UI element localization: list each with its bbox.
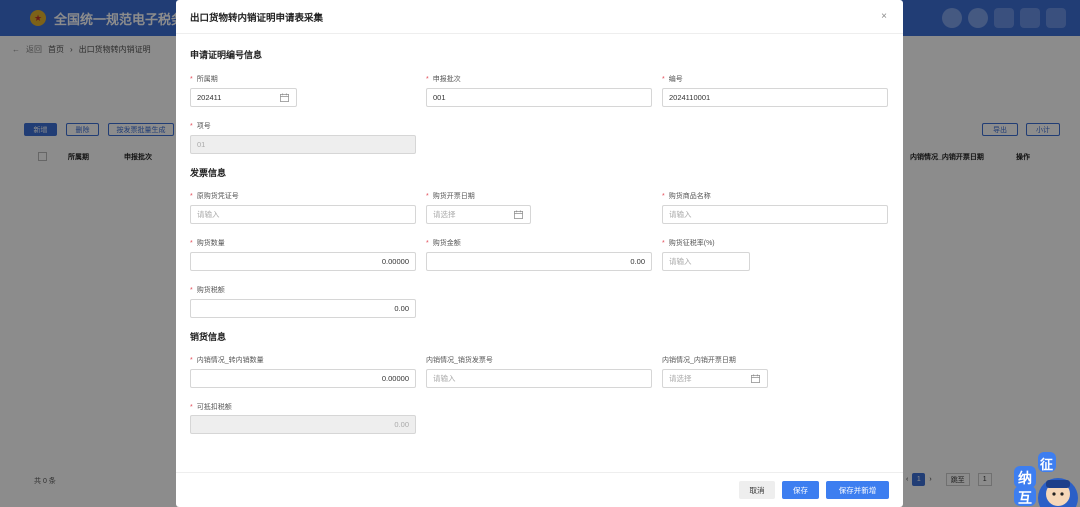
domestic-invoice-no-input[interactable]: 请输入 xyxy=(426,369,652,388)
apply-form-modal: 出口货物转内销证明申请表采集 × 申请证明编号信息 * 所属期 202411 * 申… xyxy=(176,0,903,507)
purchase-qty-label: * 购货数量 xyxy=(190,240,225,247)
mascot-char: 互 xyxy=(1018,490,1032,506)
domestic-qty-input[interactable]: 0.00000 xyxy=(190,369,416,388)
batch-label: * 申报批次 xyxy=(426,76,461,83)
purchase-invoice-date-picker[interactable]: 请选择 xyxy=(426,205,531,224)
purchase-amount-input[interactable]: 0.00 xyxy=(426,252,652,271)
item-no-label: * 项号 xyxy=(190,123,211,130)
domestic-invoice-date-picker[interactable]: 请选择 xyxy=(662,369,768,388)
domestic-invoice-no-label: 内销情况_销货发票号 xyxy=(426,357,493,364)
purchase-amount-label: * 购货金额 xyxy=(426,240,461,247)
close-icon[interactable]: × xyxy=(881,11,887,22)
number-label: * 编号 xyxy=(662,76,683,83)
calendar-icon xyxy=(280,93,289,102)
section-title-cert: 申请证明编号信息 xyxy=(190,50,263,60)
calendar-icon xyxy=(514,210,523,219)
purchase-invoice-date-label: * 购货开票日期 xyxy=(426,193,475,200)
modal-title: 出口货物转内销证明申请表采集 xyxy=(190,12,324,24)
number-field[interactable]: 2024110001 xyxy=(662,88,888,107)
batch-field[interactable]: 001 xyxy=(426,88,652,107)
purchase-goods-name-input[interactable]: 请输入 xyxy=(662,205,888,224)
purchase-tax-rate-input[interactable]: 请输入 xyxy=(662,252,750,271)
orig-voucher-label: * 原购货凭证号 xyxy=(190,193,239,200)
mascot-char: 征 xyxy=(1040,457,1054,472)
purchase-qty-input[interactable]: 0.00000 xyxy=(190,252,416,271)
purchase-tax-input[interactable]: 0.00 xyxy=(190,299,416,318)
save-and-new-button[interactable]: 保存并新增 xyxy=(826,481,889,499)
mascot-char: 纳 xyxy=(1018,470,1032,486)
domestic-invoice-date-label: 内销情况_内销开票日期 xyxy=(662,357,736,364)
purchase-tax-label: * 购货税额 xyxy=(190,287,225,294)
period-label: * 所属期 xyxy=(190,76,218,83)
section-title-invoice: 发票信息 xyxy=(190,168,227,178)
orig-voucher-input[interactable]: 请输入 xyxy=(190,205,416,224)
purchase-tax-rate-label: * 购货征税率(%) xyxy=(662,240,715,247)
calendar-icon xyxy=(751,374,760,383)
period-picker[interactable]: 202411 xyxy=(190,88,297,107)
cancel-button[interactable]: 取消 xyxy=(739,481,775,499)
save-button[interactable]: 保存 xyxy=(782,481,819,499)
deductible-tax-label: * 可抵扣税额 xyxy=(190,404,232,411)
domestic-qty-label: * 内销情况_转内销数量 xyxy=(190,357,264,364)
item-no-field: 01 xyxy=(190,135,416,154)
modal-header: 出口货物转内销证明申请表采集 × xyxy=(176,0,903,34)
purchase-goods-name-label: * 购货商品名称 xyxy=(662,193,711,200)
section-title-sales: 销货信息 xyxy=(190,332,227,342)
deductible-tax-field: 0.00 xyxy=(190,415,416,434)
